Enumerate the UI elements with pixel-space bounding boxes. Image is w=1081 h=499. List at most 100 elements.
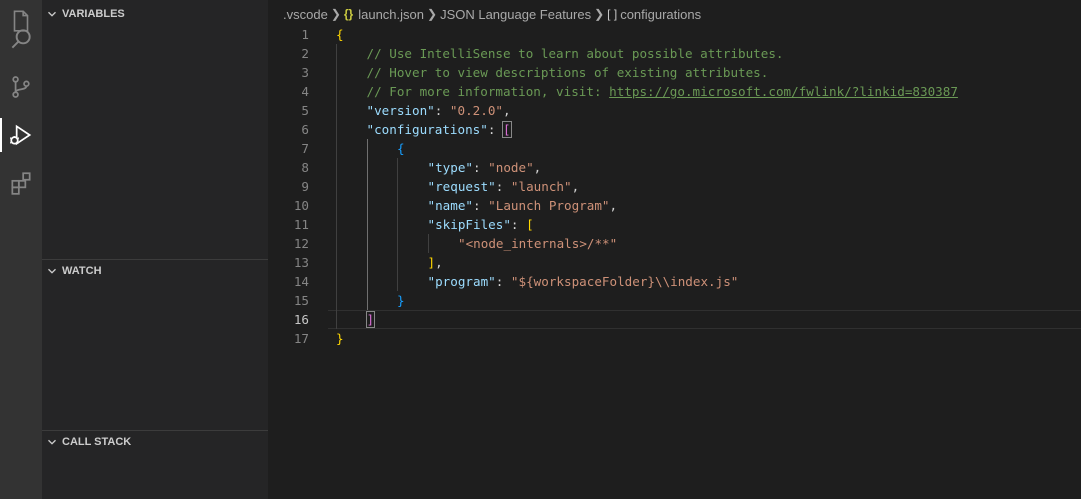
- code-line[interactable]: 17}: [268, 329, 1081, 348]
- code-text: }: [336, 329, 344, 348]
- code-line[interactable]: 6 "configurations": [: [268, 120, 1081, 139]
- chevron-right-icon: ❯: [594, 7, 605, 21]
- code-text: {: [336, 25, 344, 44]
- code-line[interactable]: 2 // Use IntelliSense to learn about poss…: [268, 44, 1081, 63]
- code-line[interactable]: 15}: [268, 291, 1081, 310]
- search-icon[interactable]: [0, 18, 42, 60]
- indent-guide: [336, 82, 337, 101]
- indent-guide: [336, 291, 337, 310]
- chevron-right-icon: ❯: [330, 7, 341, 21]
- code-text: ]: [365, 310, 376, 329]
- code-editor[interactable]: 1{2// Use IntelliSense to learn about po…: [268, 25, 1081, 348]
- code-text: "request": "launch",: [428, 177, 580, 196]
- code-text: // For more information, visit: https://…: [367, 82, 958, 101]
- indent-guide: [336, 234, 337, 253]
- variables-section-header[interactable]: VARIABLES: [42, 3, 268, 25]
- code-token: "skipFiles": [427, 217, 511, 232]
- code-text: // Hover to view descriptions of existin…: [367, 63, 769, 82]
- code-token: }: [336, 331, 344, 346]
- code-line[interactable]: 3 // Hover to view descriptions of existi…: [268, 63, 1081, 82]
- code-token: // For more information, visit:: [366, 84, 610, 99]
- code-token: // Hover to view descriptions of existin…: [366, 65, 769, 80]
- code-token: "configurations": [366, 122, 488, 137]
- breadcrumb-symbol[interactable]: configurations: [620, 7, 701, 22]
- code-token: "name": [427, 198, 474, 213]
- indent-guide: [397, 177, 398, 196]
- indent-guide: [397, 215, 398, 234]
- indent-guide: [366, 196, 368, 215]
- indent-guide: [336, 310, 337, 329]
- source-control-icon[interactable]: [0, 66, 42, 108]
- code-token: :: [434, 103, 450, 118]
- line-number: 6: [301, 122, 309, 137]
- code-token: ,: [533, 160, 542, 175]
- indent-guide: [366, 139, 368, 158]
- code-token: "type": [427, 160, 474, 175]
- code-token: ]: [365, 311, 376, 328]
- line-number: 4: [301, 84, 309, 99]
- code-line[interactable]: 12 "<node_internals>/**": [268, 234, 1081, 253]
- code-token: [: [526, 217, 534, 232]
- breadcrumb: .vscode ❯ {} launch.json ❯ JSON Language…: [268, 3, 1081, 25]
- code-text: "skipFiles": [: [428, 215, 534, 234]
- line-number: 3: [301, 65, 309, 80]
- chevron-right-icon: ❯: [427, 7, 438, 21]
- code-token: "launch": [510, 179, 572, 194]
- variables-label: VARIABLES: [62, 8, 125, 20]
- code-line[interactable]: 13],: [268, 253, 1081, 272]
- indent-guide: [397, 253, 398, 272]
- indent-guide: [336, 177, 337, 196]
- line-number: 8: [301, 160, 309, 175]
- chevron-down-icon: [44, 6, 60, 22]
- code-text: "name": "Launch Program",: [428, 196, 618, 215]
- line-number: 5: [301, 103, 309, 118]
- watch-section-header[interactable]: WATCH: [42, 260, 268, 282]
- code-line[interactable]: 11 "skipFiles": [: [268, 215, 1081, 234]
- indent-guide: [336, 158, 337, 177]
- line-number: 13: [293, 255, 309, 270]
- code-line[interactable]: 7{: [268, 139, 1081, 158]
- code-line[interactable]: 1{: [268, 25, 1081, 44]
- breadcrumb-folder[interactable]: .vscode: [283, 7, 328, 22]
- code-token: "request": [427, 179, 496, 194]
- call-stack-section-header[interactable]: CALL STACK: [42, 431, 268, 453]
- code-token: :: [495, 274, 511, 289]
- code-token: // Use IntelliSense to learn about possi…: [366, 46, 784, 61]
- indent-guide: [336, 44, 337, 63]
- code-line[interactable]: 9 "request": "launch",: [268, 177, 1081, 196]
- code-line[interactable]: 4 // For more information, visit: https:/…: [268, 82, 1081, 101]
- code-token[interactable]: https://go.microsoft.com/fwlink/?linkid=…: [609, 84, 958, 99]
- code-token: :: [473, 160, 489, 175]
- code-token: "program": [427, 274, 496, 289]
- code-token: "0.2.0": [449, 103, 503, 118]
- breadcrumb-section[interactable]: JSON Language Features: [440, 7, 591, 22]
- indent-guide: [397, 196, 398, 215]
- code-text: "version": "0.2.0",: [367, 101, 511, 120]
- line-number: 7: [301, 141, 309, 156]
- indent-guide: [366, 291, 368, 310]
- indent-guide: [336, 101, 337, 120]
- code-token: ,: [571, 179, 580, 194]
- indent-guide: [397, 272, 398, 291]
- code-line[interactable]: 8 "type": "node",: [268, 158, 1081, 177]
- code-line[interactable]: 14 "program": "${workspaceFolder}\\index.…: [268, 272, 1081, 291]
- code-line[interactable]: 10 "name": "Launch Program",: [268, 196, 1081, 215]
- code-text: }: [397, 291, 405, 310]
- line-number: 10: [293, 198, 309, 213]
- code-line[interactable]: 5 "version": "0.2.0",: [268, 101, 1081, 120]
- code-text: // Use IntelliSense to learn about possi…: [367, 44, 784, 63]
- indent-guide: [366, 215, 368, 234]
- code-token: }: [397, 293, 405, 308]
- code-line[interactable]: 16]: [268, 310, 1081, 329]
- code-token: {: [336, 27, 344, 42]
- breadcrumb-file[interactable]: launch.json: [358, 7, 424, 22]
- extensions-icon[interactable]: [0, 162, 42, 204]
- line-number: 15: [293, 293, 309, 308]
- indent-guide: [336, 215, 337, 234]
- indent-guide: [397, 234, 398, 253]
- code-text: "configurations": [: [366, 120, 512, 139]
- run-debug-icon[interactable]: [0, 114, 42, 156]
- code-token: :: [487, 122, 503, 137]
- line-number: 12: [293, 236, 309, 251]
- debug-sidebar: VARIABLES WATCH CALL STACK: [42, 0, 269, 499]
